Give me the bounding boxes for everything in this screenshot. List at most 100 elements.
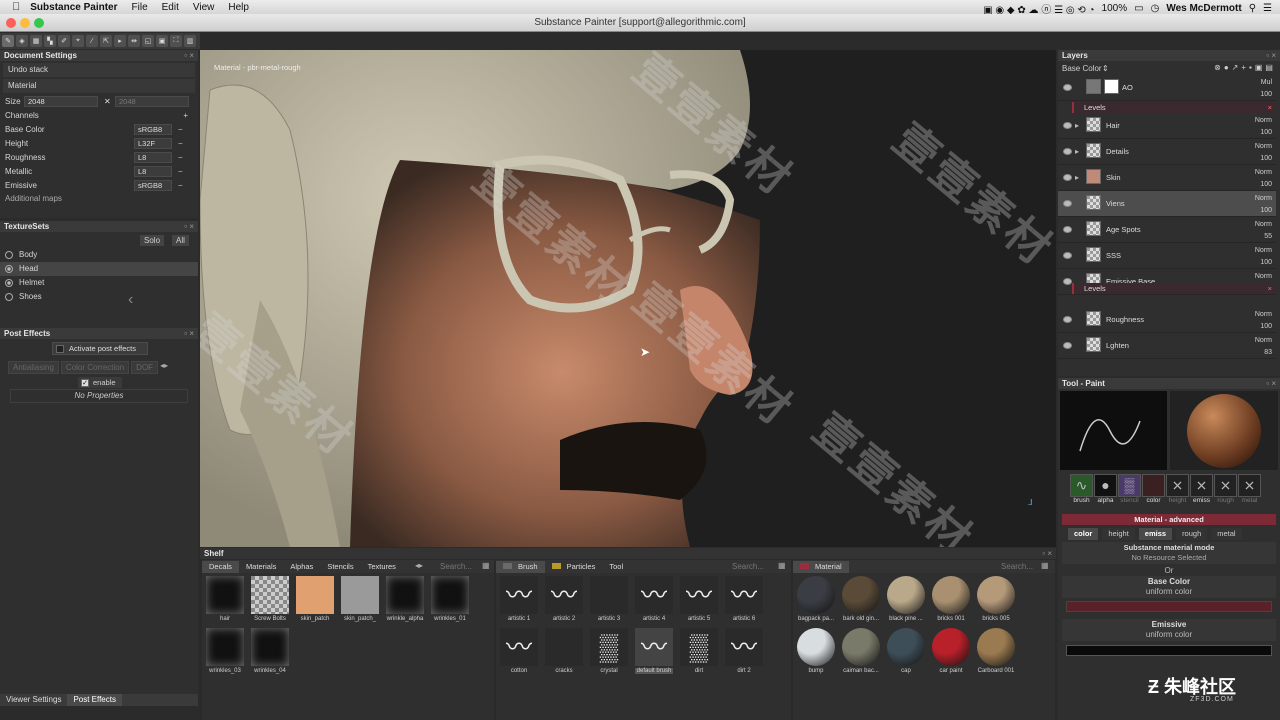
eye-icon[interactable]	[1063, 316, 1072, 323]
decal-item[interactable]: wrinkles_03	[206, 628, 244, 674]
decal-item[interactable]: skin_patch	[296, 576, 334, 622]
material-row[interactable]: Material	[3, 79, 195, 93]
blend-mode[interactable]: Mul	[1260, 77, 1272, 89]
radio-icon[interactable]	[5, 292, 13, 301]
brush-item[interactable]: 〰 default brush	[635, 628, 673, 674]
tab-antialiasing[interactable]: Antialiasing	[8, 361, 59, 374]
shelf-search[interactable]: Search...	[440, 562, 472, 571]
channel-toggle-rough[interactable]: rough	[1176, 528, 1208, 540]
slot-color[interactable]: color	[1142, 474, 1165, 504]
channel-format-dropdown[interactable]: sRGB8	[134, 124, 172, 135]
layer-blend[interactable]: Norm 83	[1255, 335, 1272, 359]
opacity-value[interactable]: 55	[1255, 231, 1272, 243]
solo-button[interactable]: Solo	[140, 235, 165, 246]
panel-controls-icon[interactable]: ▫ ×	[184, 328, 194, 339]
add-channel-icon[interactable]: +	[183, 109, 188, 123]
layer-row[interactable]: ▸ Skin Norm 100	[1058, 165, 1276, 191]
brush-item[interactable]: ▒ crystal	[590, 628, 628, 674]
eye-icon[interactable]	[1063, 122, 1072, 129]
enable-checkbox[interactable]: ✓ enable	[78, 377, 122, 388]
alpha-slot-icon[interactable]: ●	[1094, 474, 1117, 497]
tab-material[interactable]: Material	[793, 560, 849, 573]
additional-maps-row[interactable]: Additional maps	[0, 193, 198, 205]
material-item[interactable]: car paint	[932, 628, 970, 674]
material-item[interactable]: bark old gin...	[842, 576, 880, 622]
projection-tool-icon[interactable]: ▦	[30, 35, 42, 47]
menu-file[interactable]: File	[132, 2, 148, 13]
layer-blend[interactable]: Norm100	[1255, 245, 1272, 269]
eye-icon[interactable]	[1063, 278, 1072, 285]
channel-dropdown[interactable]: Base Color	[1062, 64, 1102, 73]
empty-slot-icon[interactable]: ⨯	[1238, 474, 1261, 497]
size-dropdown[interactable]: 2048	[24, 96, 98, 107]
grid-view-icon[interactable]: ▦	[778, 561, 786, 570]
opacity-value[interactable]: 100	[1255, 205, 1272, 217]
slot-rough[interactable]: ⨯ rough	[1214, 474, 1237, 504]
tab-materials[interactable]: Materials	[239, 561, 283, 573]
blend-mode[interactable]: Norm	[1255, 309, 1272, 321]
brush-slot-icon[interactable]: ∿	[1070, 474, 1093, 497]
slot-brush[interactable]: ∿ brush	[1070, 474, 1093, 504]
layer-blend[interactable]: Norm100	[1255, 193, 1272, 217]
tab-decals[interactable]: Decals	[202, 560, 239, 573]
slot-stencil[interactable]: ▒ stencil	[1118, 474, 1141, 504]
layer-row[interactable]: AO Mul 100	[1058, 75, 1276, 101]
slot-emiss[interactable]: ⨯ emiss	[1190, 474, 1213, 504]
brush-item[interactable]: 〰 dirt 2	[725, 628, 763, 674]
brush-item[interactable]: 〰 artistic 1	[500, 576, 538, 622]
play-icon[interactable]: ▸	[114, 35, 126, 47]
levels-effect-row[interactable]: Levels ×	[1072, 102, 1276, 113]
layer-blend[interactable]: Norm100	[1255, 141, 1272, 165]
emissive-box[interactable]: Emissive uniform color	[1062, 619, 1276, 641]
material-item[interactable]: bump	[797, 628, 835, 674]
layer-row[interactable]: Viens Norm 100	[1058, 191, 1276, 217]
base-color-swatch[interactable]	[1066, 601, 1272, 612]
frame-icon[interactable]: ⛶	[170, 35, 182, 47]
checkbox-icon[interactable]	[56, 345, 64, 354]
material-item[interactable]: black pine ...	[887, 576, 925, 622]
blend-mode[interactable]: Norm	[1255, 167, 1272, 179]
grid-view-icon[interactable]: ▦	[482, 561, 490, 570]
symmetry-icon[interactable]: ⇹	[128, 35, 140, 47]
smudge-tool-icon[interactable]: ✐	[58, 35, 70, 47]
material-search[interactable]: Search...	[1001, 562, 1033, 571]
levels-effect-row[interactable]: Levels ×	[1072, 283, 1276, 294]
layer-row[interactable]: SSS Norm 100	[1058, 243, 1276, 269]
eye-icon[interactable]	[1063, 174, 1072, 181]
radio-icon[interactable]	[5, 278, 13, 287]
panel-controls-icon[interactable]: ▫ ×	[184, 50, 194, 61]
blend-mode[interactable]: Norm	[1255, 193, 1272, 205]
grid-view-icon[interactable]: ▦	[1041, 561, 1049, 570]
material-item[interactable]: Carboard 001	[977, 628, 1015, 674]
eye-icon[interactable]	[1063, 342, 1072, 349]
stencil-slot-icon[interactable]: ▒	[1118, 474, 1141, 497]
screenshot-icon[interactable]: ▣	[156, 35, 168, 47]
channel-format-dropdown[interactable]: sRGB8	[134, 180, 172, 191]
paint-tool-icon[interactable]: ✎	[2, 35, 14, 47]
remove-channel-icon[interactable]: −	[178, 151, 183, 165]
all-button[interactable]: All	[172, 235, 189, 246]
tab-color-correction[interactable]: Color Correction	[60, 361, 130, 374]
clone-tool-icon[interactable]: ⌖	[72, 35, 84, 47]
link-size-icon[interactable]: ✕	[104, 95, 111, 109]
tab-textures[interactable]: Textures	[361, 561, 403, 573]
channel-toggle-metal[interactable]: metal	[1211, 528, 1242, 540]
collapse-arrow-icon[interactable]: ‹	[128, 291, 133, 309]
material-item[interactable]: bricks 001	[932, 576, 970, 622]
remove-channel-icon[interactable]: −	[178, 179, 183, 193]
remove-channel-icon[interactable]: −	[178, 165, 183, 179]
tab-scroll-icon[interactable]: ◂▸	[415, 561, 423, 570]
opacity-value[interactable]: 100	[1255, 257, 1272, 269]
folder-icon[interactable]: ▸	[1075, 147, 1079, 156]
radio-icon[interactable]	[5, 264, 13, 273]
close-window-button[interactable]	[6, 18, 16, 28]
layout-icon[interactable]: ▥	[184, 35, 196, 47]
layer-blend[interactable]: Norm 55	[1255, 219, 1272, 243]
camera-icon[interactable]: ◱	[142, 35, 154, 47]
layer-row[interactable]: Roughness Norm 100	[1058, 307, 1276, 333]
textureset-shoes[interactable]: Shoes	[0, 290, 198, 304]
empty-slot-icon[interactable]: ⨯	[1166, 474, 1189, 497]
textureset-helmet[interactable]: Helmet	[0, 276, 198, 290]
tab-scroll-icon[interactable]: ◂▸	[160, 361, 168, 374]
channel-format-dropdown[interactable]: L8	[134, 152, 172, 163]
